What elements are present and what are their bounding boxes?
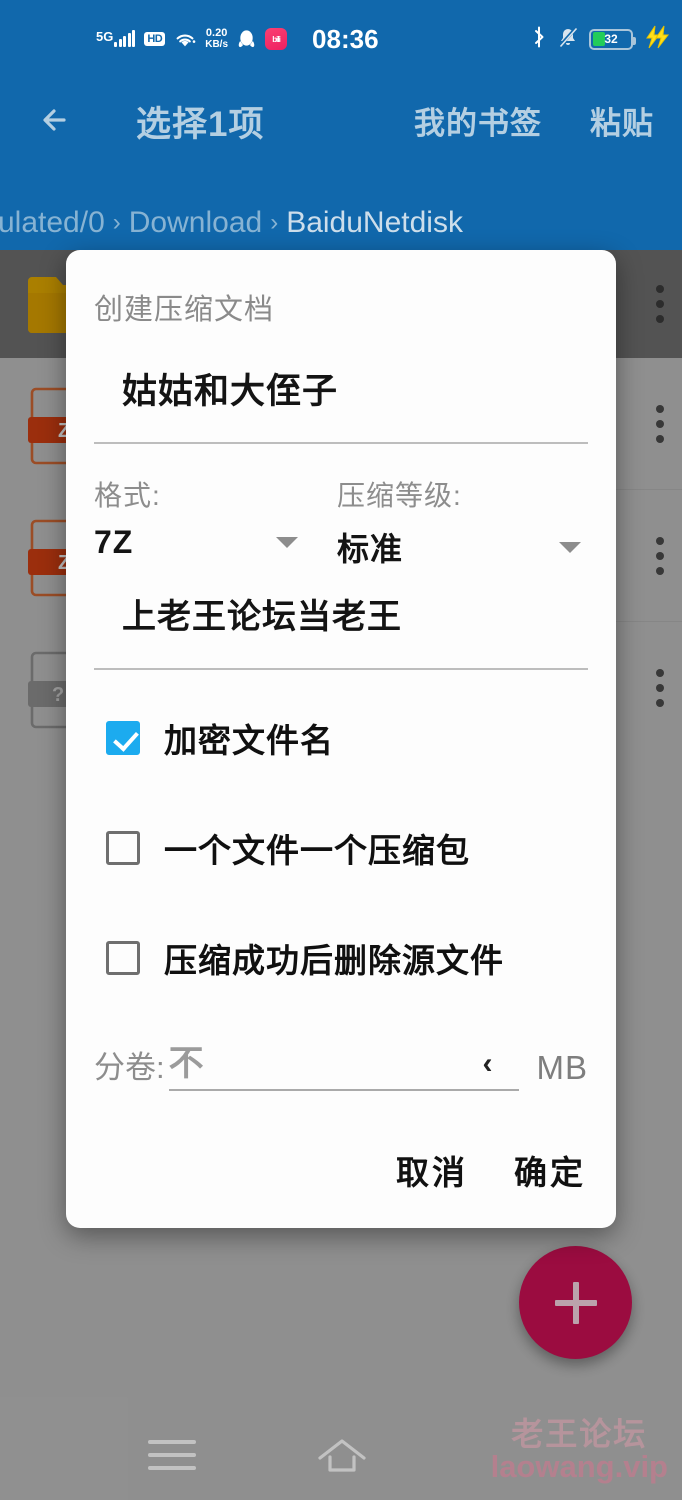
chevron-left-icon[interactable]: ‹ [483,1047,493,1081]
action-bar: 选择1项 我的书签 粘贴 [0,84,682,162]
format-label: 格式: [94,480,161,511]
data-speed-unit: KB/s [205,39,229,50]
archive-name-field[interactable]: 姑姑和大侄子 [94,370,588,444]
checkbox-label: 一个文件一个压缩包 [164,832,470,869]
compression-level-selector[interactable]: 压缩等级: 标准 [337,474,587,570]
breadcrumb-item-2[interactable]: BaiduNetdisk [286,206,463,240]
format-selector[interactable]: 格式: 7Z [94,474,304,561]
dialog-actions: 取消 确定 [396,1146,586,1194]
top-blue-header: 5G HD 0.20 KB/s bili 08:36 32 选择1项 我的书签 … [0,0,682,250]
status-bar-clock: 08:36 [312,23,379,54]
breadcrumb: ulated/0 › Download › BaiduNetdisk [0,196,682,250]
dialog-title: 创建压缩文档 [94,294,275,326]
page-title: 选择1项 [136,105,265,144]
arrow-left-icon[interactable] [34,98,78,142]
split-volume-row: 分卷: 不 ‹ MB [94,1042,588,1091]
checkbox-unchecked-icon[interactable] [106,831,140,865]
breadcrumb-item-1[interactable]: Download [129,206,262,240]
breadcrumb-separator: › [270,209,279,236]
format-and-level-row: 格式: 7Z 压缩等级: 标准 [94,474,588,584]
battery-percent-label: 32 [604,32,618,46]
split-volume-unit: MB [536,1049,588,1086]
status-bar-right: 32 [531,22,670,56]
status-bar: 5G HD 0.20 KB/s bili 08:36 32 [0,0,682,68]
password-field[interactable]: 上老王论坛当老王 [94,594,588,670]
my-bookmarks-button[interactable]: 我的书签 [414,98,542,143]
cancel-button[interactable]: 取消 [396,1146,468,1194]
checkbox-label: 加密文件名 [164,722,334,759]
archive-name-value[interactable]: 姑姑和大侄子 [94,370,588,414]
checkbox-row-encrypt-filenames[interactable]: 加密文件名 [94,710,588,766]
data-speed-indicator: 0.20 KB/s [205,27,229,51]
field-underline [94,668,588,670]
split-volume-label: 分卷: [94,1050,165,1085]
breadcrumb-item-0[interactable]: ulated/0 [0,206,105,240]
chevron-down-icon[interactable] [559,541,581,553]
checkbox-unchecked-icon[interactable] [106,941,140,975]
split-volume-input[interactable]: 不 ‹ [168,1043,519,1091]
signal-bars-icon [114,30,136,47]
paste-button[interactable]: 粘贴 [590,98,654,143]
field-underline [94,442,588,444]
compression-level-value: 标准 [337,531,404,567]
options-checkbox-group: 加密文件名 一个文件一个压缩包 压缩成功后删除源文件 [94,710,588,1040]
bell-muted-icon [558,26,578,53]
split-volume-value: 不 [168,1044,204,1083]
bilibili-app-icon: bili [265,28,288,50]
bluetooth-icon [531,26,547,53]
wifi-icon [174,31,196,48]
chevron-down-icon[interactable] [276,537,298,548]
data-speed-value: 0.20 [205,27,228,39]
battery-icon: 32 [589,28,636,50]
checkbox-row-one-archive-per-file[interactable]: 一个文件一个压缩包 [94,820,588,876]
breadcrumb-separator: › [112,209,121,236]
create-archive-dialog: 创建压缩文档 姑姑和大侄子 格式: 7Z 压缩等级: 标准 上老王论坛当老王 加… [66,250,616,1228]
lightning-icon [644,25,670,54]
signal-icon: 5G [96,29,136,47]
format-value: 7Z [94,524,134,560]
checkbox-row-delete-source-after[interactable]: 压缩成功后删除源文件 [94,930,588,986]
network-type-label: 5G [96,29,114,44]
password-value[interactable]: 上老王论坛当老王 [94,594,588,640]
checkbox-checked-icon[interactable] [106,721,140,755]
compression-level-label: 压缩等级: [337,480,462,511]
qq-icon [237,29,256,50]
status-bar-left: 5G HD 0.20 KB/s bili 08:36 [96,22,379,56]
checkbox-label: 压缩成功后删除源文件 [164,942,504,979]
confirm-button[interactable]: 确定 [514,1146,586,1194]
volte-hd-icon: HD [144,32,166,46]
